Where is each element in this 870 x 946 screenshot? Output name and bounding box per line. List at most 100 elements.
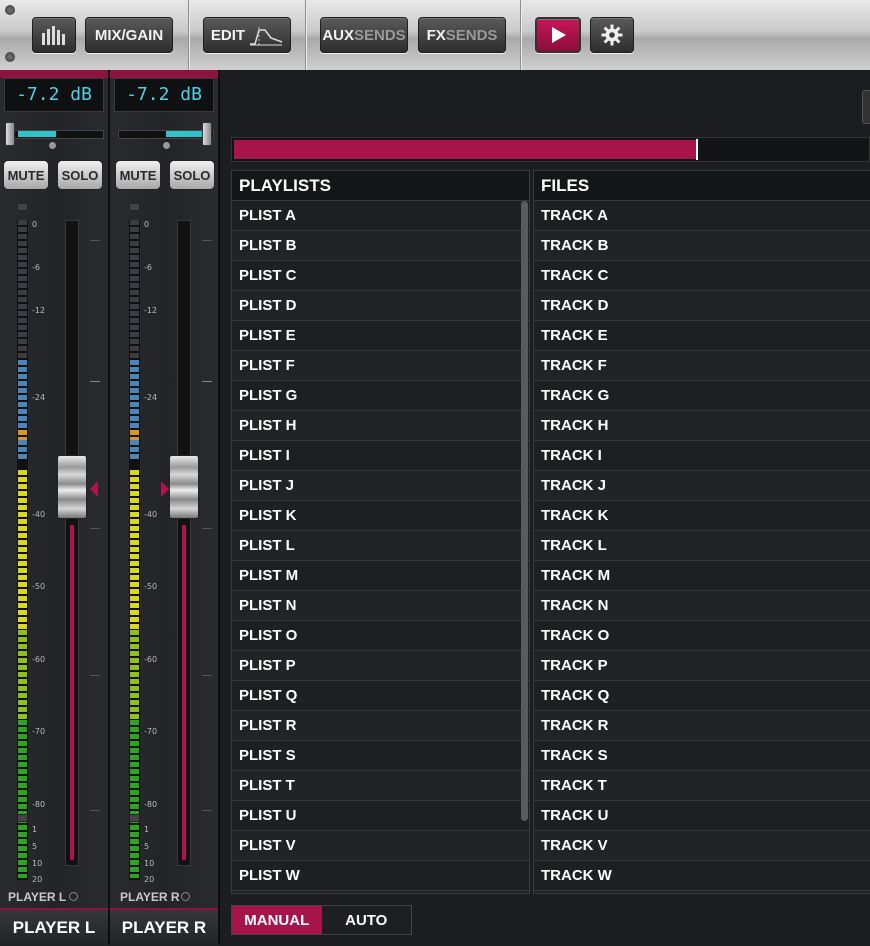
list-item[interactable]: TRACK R	[534, 711, 870, 741]
edit-button[interactable]: EDIT	[203, 17, 291, 53]
manual-mode-button[interactable]: MANUAL	[232, 906, 322, 934]
fader-tick	[202, 675, 212, 676]
mute-button[interactable]: MUTE	[3, 160, 49, 190]
channel-footer[interactable]: PLAYER L	[0, 908, 108, 946]
list-item[interactable]: TRACK J	[534, 471, 870, 501]
meters-view-button[interactable]	[32, 17, 76, 53]
list-item[interactable]: PLIST S	[232, 741, 529, 771]
meter-scale-label: -70	[32, 727, 46, 736]
meter-scale-label: -60	[144, 655, 158, 664]
pan-handle[interactable]	[202, 122, 212, 146]
list-item[interactable]: TRACK A	[534, 201, 870, 231]
play-icon	[552, 27, 566, 43]
list-item[interactable]: TRACK W	[534, 861, 870, 891]
gain-readout[interactable]: -7.2 dB	[4, 78, 104, 112]
fx-sends-button[interactable]: FXSENDS	[418, 17, 506, 53]
playback-mode-toggle: MANUAL AUTO	[231, 905, 412, 935]
list-item[interactable]: PLIST D	[232, 291, 529, 321]
list-item[interactable]: PLIST K	[232, 501, 529, 531]
list-item[interactable]: TRACK Q	[534, 681, 870, 711]
list-item[interactable]: PLIST V	[232, 831, 529, 861]
meter-scale-label: 1	[144, 825, 150, 834]
list-item[interactable]: PLIST N	[232, 591, 529, 621]
panel-edge-button[interactable]	[862, 90, 870, 124]
clip-indicator	[17, 203, 28, 211]
list-item[interactable]: PLIST R	[232, 711, 529, 741]
solo-button[interactable]: SOLO	[57, 160, 103, 190]
fader-unity-tick	[202, 381, 212, 382]
list-item[interactable]: PLIST M	[232, 561, 529, 591]
mix-gain-button[interactable]: MIX/GAIN	[85, 17, 173, 53]
list-item[interactable]: TRACK G	[534, 381, 870, 411]
link-icon[interactable]	[69, 892, 78, 901]
list-item[interactable]: TRACK F	[534, 351, 870, 381]
aux-sends-button[interactable]: AUXSENDS	[320, 17, 408, 53]
list-item[interactable]: TRACK M	[534, 561, 870, 591]
pan-slider[interactable]	[4, 122, 104, 150]
fader-handle[interactable]	[57, 455, 87, 519]
list-item[interactable]: PLIST H	[232, 411, 529, 441]
meter-segment	[18, 720, 27, 878]
list-item[interactable]: PLIST J	[232, 471, 529, 501]
list-item[interactable]: TRACK S	[534, 741, 870, 771]
list-item[interactable]: TRACK L	[534, 531, 870, 561]
pan-slider[interactable]	[114, 122, 214, 150]
list-item[interactable]: TRACK N	[534, 591, 870, 621]
list-item[interactable]: PLIST F	[232, 351, 529, 381]
meter-scale-label: 5	[32, 842, 38, 851]
list-item[interactable]: TRACK K	[534, 501, 870, 531]
list-item[interactable]: PLIST T	[232, 771, 529, 801]
list-item[interactable]: TRACK T	[534, 771, 870, 801]
meter-segment	[130, 220, 139, 360]
meter-scale-label: -40	[32, 510, 46, 519]
list-item[interactable]: TRACK B	[534, 231, 870, 261]
list-item[interactable]: TRACK U	[534, 801, 870, 831]
sends-label-part: SENDS	[445, 26, 498, 44]
list-item[interactable]: TRACK D	[534, 291, 870, 321]
list-item[interactable]: PLIST Q	[232, 681, 529, 711]
list-item[interactable]: PLIST G	[232, 381, 529, 411]
list-item[interactable]: PLIST A	[232, 201, 529, 231]
list-item[interactable]: PLIST U	[232, 801, 529, 831]
mute-button[interactable]: MUTE	[115, 160, 161, 190]
list-item[interactable]: TRACK H	[534, 411, 870, 441]
files-header: FILES	[534, 171, 870, 201]
files-list: FILES TRACK A TRACK B TRACK C TRACK D TRACK …	[533, 170, 870, 894]
playback-position-marker[interactable]	[696, 139, 698, 160]
level-meter	[129, 220, 140, 880]
playback-progress-fill	[234, 140, 696, 159]
list-item[interactable]: TRACK C	[534, 261, 870, 291]
playlists-scrollbar[interactable]	[521, 201, 528, 821]
list-item[interactable]: PLIST C	[232, 261, 529, 291]
auto-mode-button[interactable]: AUTO	[321, 906, 411, 934]
gain-readout[interactable]: -7.2 dB	[114, 78, 214, 112]
list-item[interactable]: PLIST L	[232, 531, 529, 561]
meter-segment	[130, 630, 139, 720]
list-item[interactable]: TRACK O	[534, 621, 870, 651]
meter-scale-label: 10	[144, 859, 155, 868]
link-icon[interactable]	[181, 892, 190, 901]
list-item[interactable]: PLIST W	[232, 861, 529, 891]
fader-tick	[90, 810, 100, 811]
list-item[interactable]: TRACK V	[534, 831, 870, 861]
list-item[interactable]: PLIST P	[232, 651, 529, 681]
fader-handle[interactable]	[169, 455, 199, 519]
bar-meters-icon	[42, 26, 65, 45]
aux-sends-label: AUXSENDS	[322, 27, 405, 44]
channel-footer[interactable]: PLAYER R	[110, 908, 218, 946]
list-item[interactable]: TRACK P	[534, 651, 870, 681]
list-item[interactable]: TRACK I	[534, 441, 870, 471]
settings-button[interactable]	[590, 17, 634, 53]
list-item[interactable]: PLIST E	[232, 321, 529, 351]
list-item[interactable]: PLIST I	[232, 441, 529, 471]
list-item[interactable]: PLIST O	[232, 621, 529, 651]
list-item[interactable]: TRACK E	[534, 321, 870, 351]
meter-segment	[18, 220, 27, 360]
play-button[interactable]	[535, 17, 581, 53]
list-item[interactable]: PLIST B	[232, 231, 529, 261]
pan-handle[interactable]	[5, 122, 15, 146]
meter-scale-label: 1	[32, 825, 38, 834]
solo-button[interactable]: SOLO	[169, 160, 215, 190]
meter-scale-label: -6	[32, 263, 40, 272]
meter-segment	[130, 430, 139, 440]
